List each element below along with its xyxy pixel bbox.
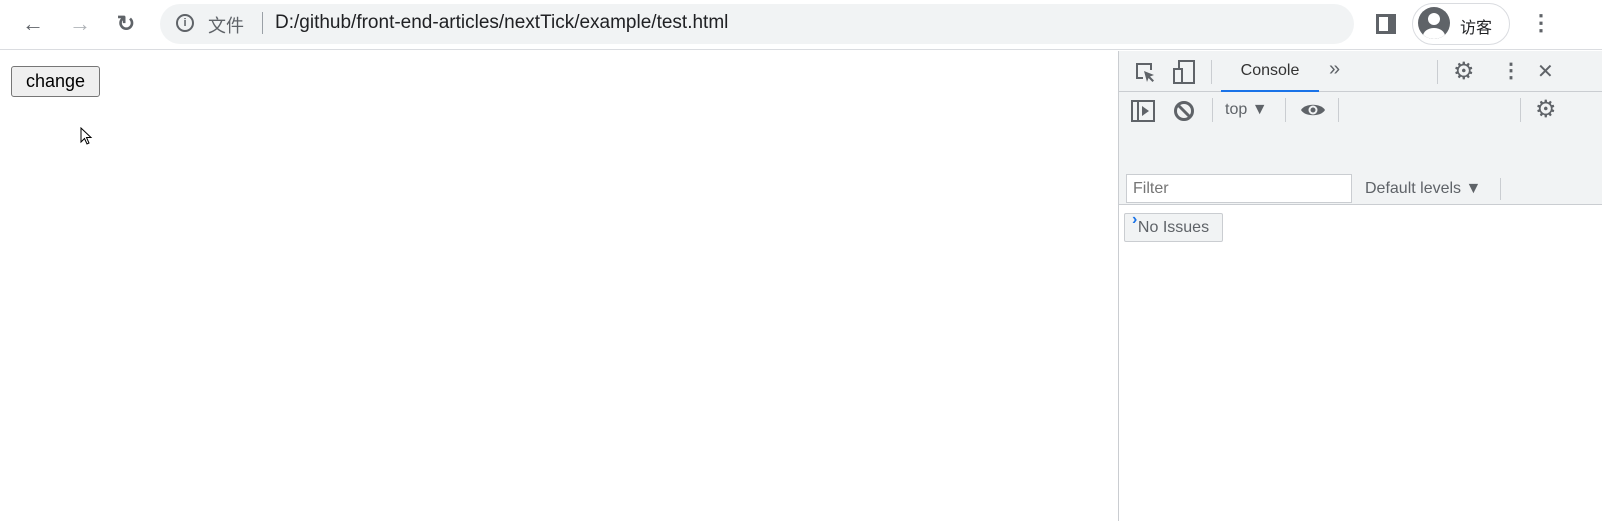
filter-input[interactable] [1126, 174, 1352, 203]
live-expression-eye-icon[interactable] [1300, 101, 1326, 119]
console-prompt[interactable]: › [1132, 211, 1137, 229]
settings-gear-icon[interactable]: ⚙ [1453, 57, 1475, 86]
divider [262, 12, 263, 34]
devtools-menu-icon[interactable]: ⋮ [1501, 58, 1521, 83]
divider [1500, 178, 1501, 200]
reload-button[interactable]: ↻ [112, 10, 140, 38]
avatar-icon [1418, 7, 1450, 39]
side-panel-icon[interactable] [1376, 14, 1396, 34]
log-levels-dropdown[interactable]: Default levels ▼ [1365, 180, 1481, 198]
context-selector[interactable]: top ▼ [1225, 101, 1268, 119]
sidebar-toggle-icon[interactable] [1131, 100, 1155, 122]
forward-button[interactable]: → [66, 10, 94, 38]
issues-button[interactable]: No Issues [1124, 213, 1223, 242]
more-tabs-icon[interactable]: » [1329, 58, 1340, 81]
close-icon[interactable]: ✕ [1537, 59, 1554, 84]
divider [1285, 98, 1286, 122]
divider [1212, 98, 1213, 122]
change-button[interactable]: change [11, 66, 100, 97]
devtools-tabbar: Console » ⚙ ⋮ ✕ [1119, 51, 1602, 92]
back-button[interactable]: ← [19, 10, 47, 38]
divider [1437, 60, 1438, 84]
console-toolbar: top ▼ ⚙ Default levels ▼ No Issues [1119, 92, 1602, 242]
console-settings-gear-icon[interactable]: ⚙ [1535, 95, 1557, 124]
inspect-element-icon[interactable] [1134, 61, 1156, 83]
tab-console[interactable]: Console [1221, 51, 1319, 92]
devtools-panel: Console » ⚙ ⋮ ✕ top ▼ ⚙ Default levels ▼… [1118, 51, 1602, 521]
divider [1338, 98, 1339, 122]
profile-name: 访客 [1460, 20, 1493, 37]
file-label: 文件 [208, 16, 244, 36]
clear-console-icon[interactable] [1173, 100, 1195, 122]
divider [1211, 60, 1212, 84]
info-icon[interactable]: i [176, 14, 194, 32]
device-toolbar-icon[interactable] [1172, 59, 1196, 85]
browser-menu-icon[interactable]: ⋮ [1530, 10, 1552, 36]
url-text[interactable]: D:/github/front-end-articles/nextTick/ex… [275, 12, 728, 34]
mouse-cursor-icon [80, 127, 93, 145]
divider [1520, 98, 1521, 122]
